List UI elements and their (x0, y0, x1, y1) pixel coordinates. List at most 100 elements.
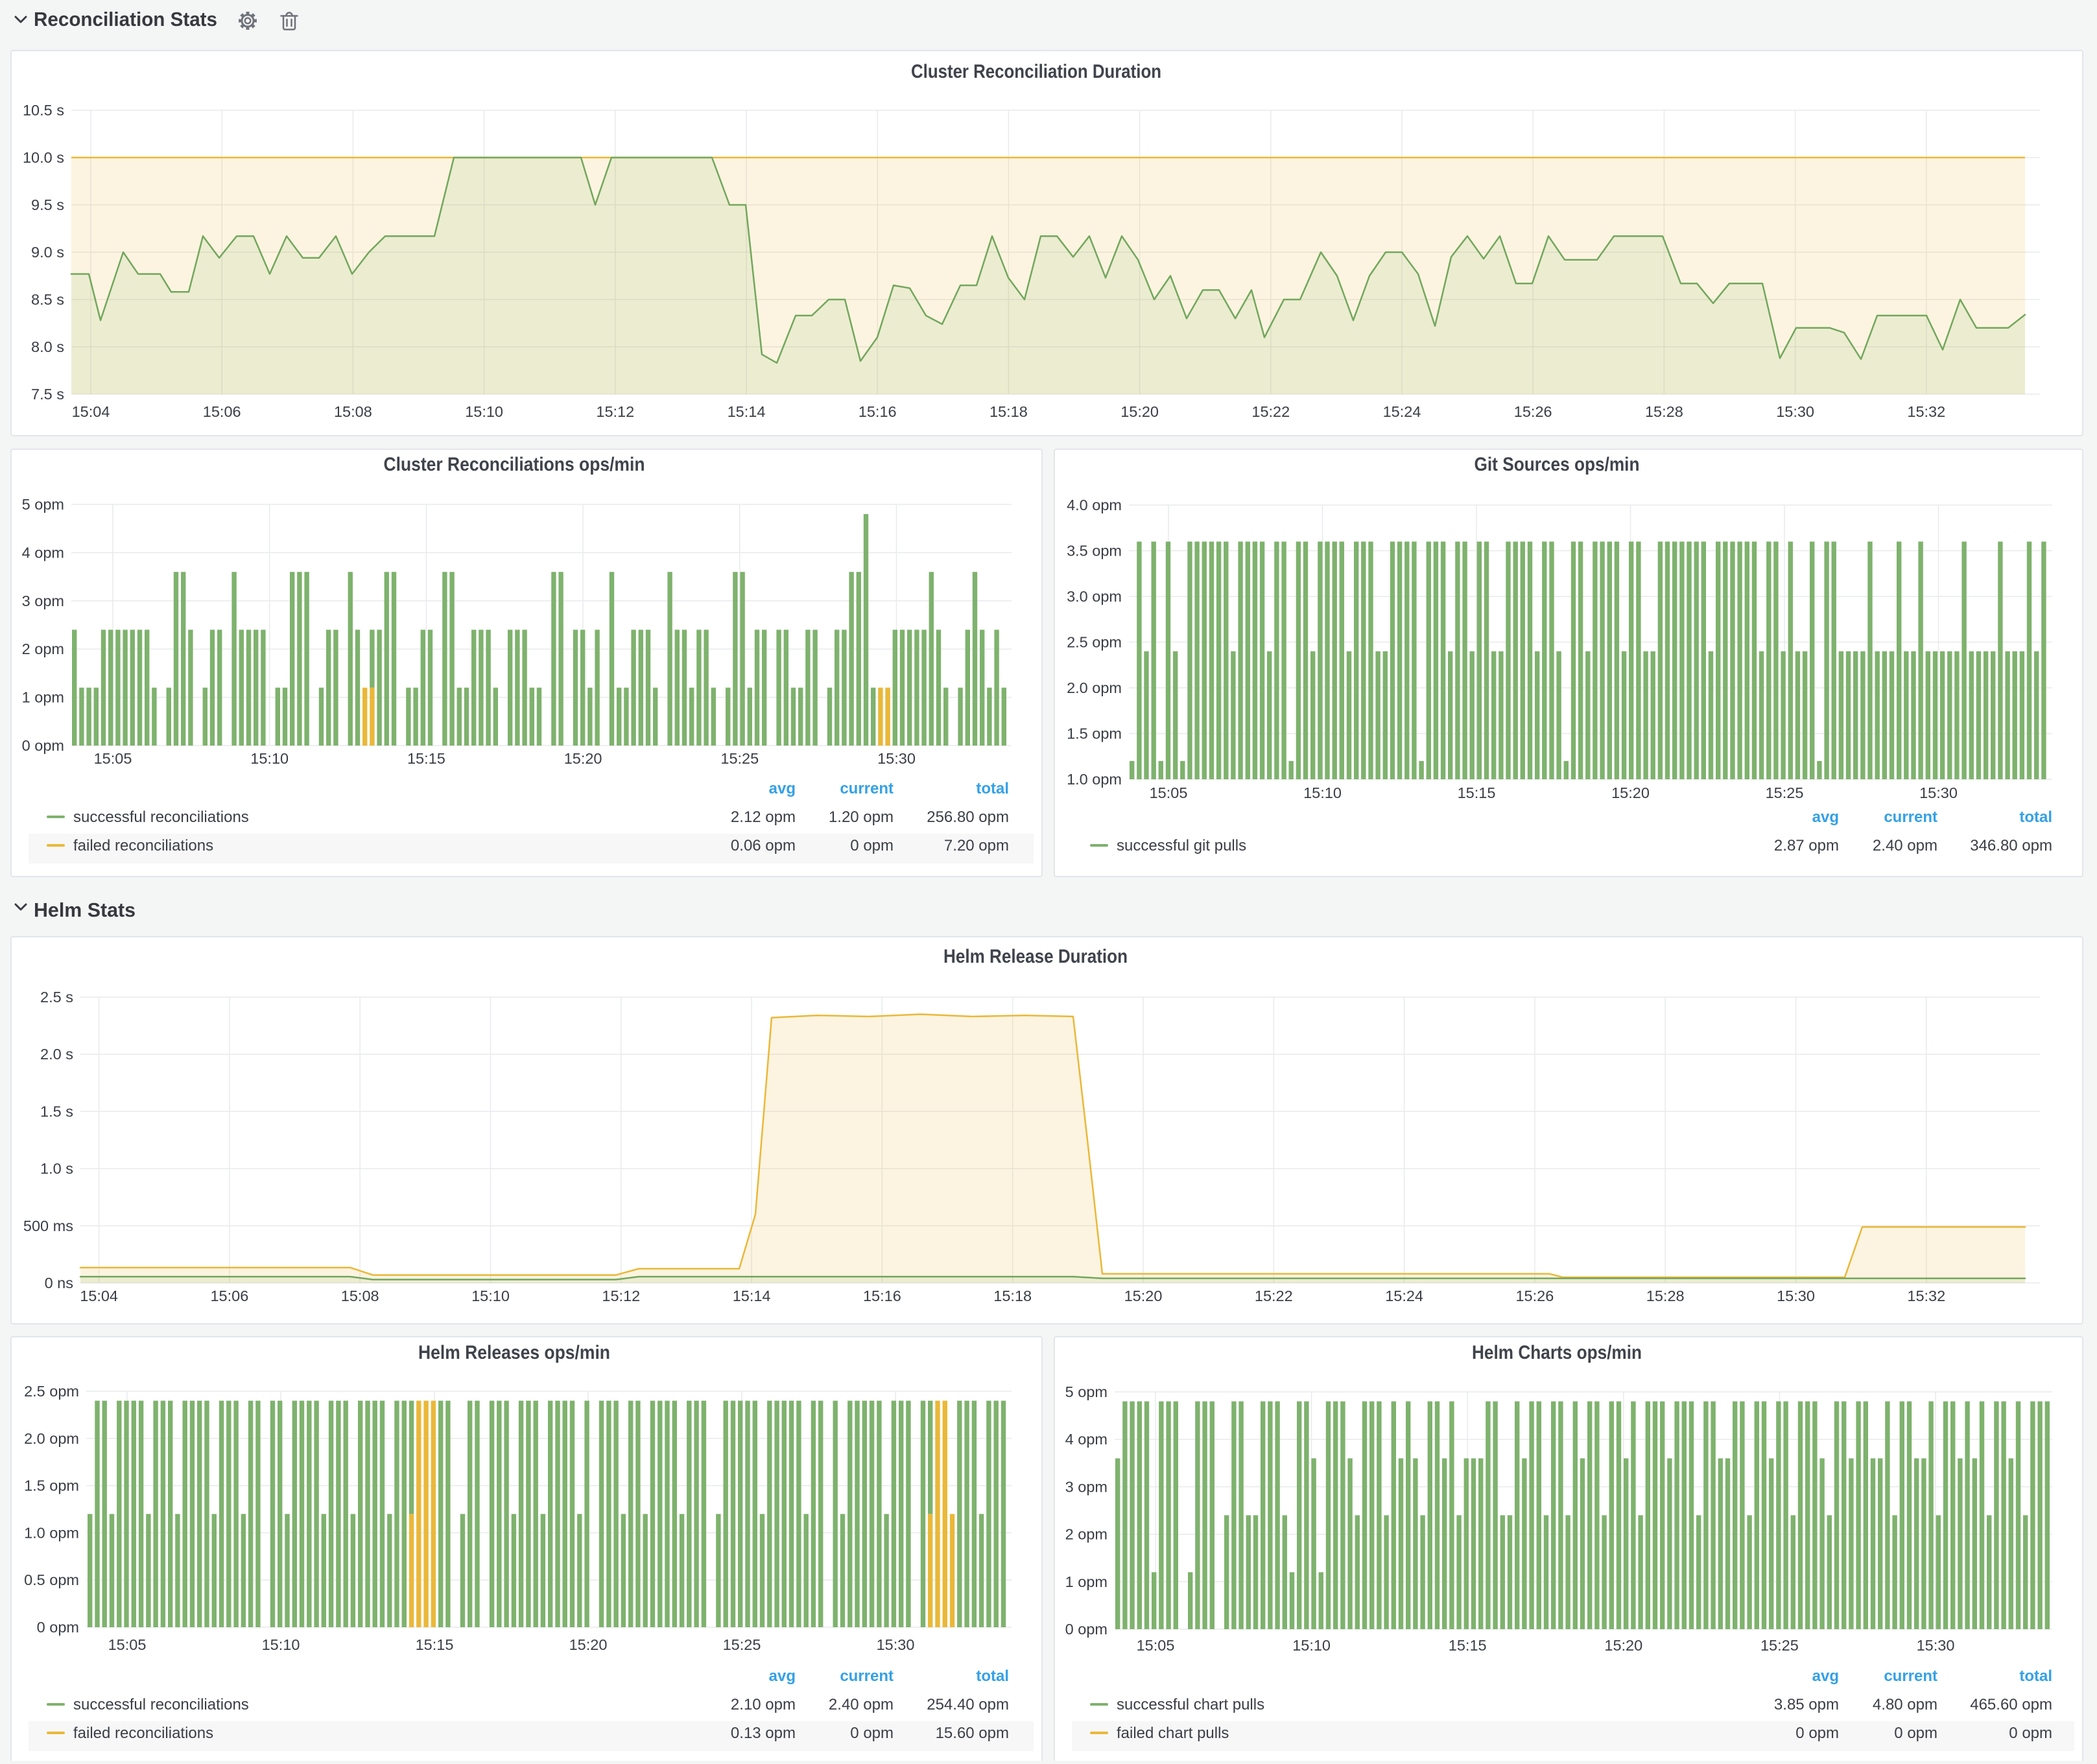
svg-text:1.0 opm: 1.0 opm (24, 1524, 79, 1541)
svg-text:0 opm: 0 opm (22, 737, 64, 754)
svg-text:15.60 opm: 15.60 opm (936, 1724, 1009, 1742)
svg-text:15:05: 15:05 (94, 750, 132, 767)
svg-text:10.0 s: 10.0 s (23, 149, 64, 166)
svg-text:2.5 opm: 2.5 opm (24, 1383, 79, 1400)
svg-text:15:10: 15:10 (262, 1636, 300, 1653)
svg-text:15:20: 15:20 (1120, 403, 1159, 420)
svg-text:15:05: 15:05 (108, 1636, 147, 1653)
svg-text:10.5 s: 10.5 s (23, 102, 64, 119)
svg-text:4.80 opm: 4.80 opm (1873, 1696, 1937, 1713)
svg-text:15:06: 15:06 (210, 1288, 248, 1304)
svg-text:15:12: 15:12 (596, 403, 634, 420)
svg-text:avg: avg (1812, 1667, 1839, 1685)
svg-text:2.87 opm: 2.87 opm (1774, 837, 1839, 854)
svg-text:7.20 opm: 7.20 opm (944, 837, 1009, 854)
svg-text:4.0 opm: 4.0 opm (1067, 497, 1122, 513)
svg-text:3 opm: 3 opm (22, 593, 64, 609)
svg-text:1.20 opm: 1.20 opm (829, 808, 894, 826)
svg-text:current: current (1884, 808, 1937, 826)
svg-text:3.5 opm: 3.5 opm (1067, 543, 1122, 559)
svg-text:15:20: 15:20 (1124, 1288, 1163, 1304)
svg-text:0 opm: 0 opm (1795, 1724, 1839, 1742)
svg-text:254.40 opm: 254.40 opm (927, 1696, 1009, 1713)
svg-text:0 opm: 0 opm (2009, 1724, 2052, 1742)
svg-text:15:16: 15:16 (859, 403, 897, 420)
svg-text:15:24: 15:24 (1385, 1288, 1423, 1304)
svg-text:346.80 opm: 346.80 opm (1970, 837, 2052, 854)
svg-text:15:30: 15:30 (877, 750, 916, 767)
svg-text:5 opm: 5 opm (1065, 1383, 1108, 1400)
svg-text:256.80 opm: 256.80 opm (927, 808, 1009, 826)
svg-text:15:05: 15:05 (1150, 784, 1188, 801)
svg-text:total: total (2019, 1667, 2052, 1685)
svg-text:3.85 opm: 3.85 opm (1774, 1696, 1839, 1713)
svg-text:1.5 opm: 1.5 opm (1067, 725, 1122, 742)
svg-text:2 opm: 2 opm (22, 641, 64, 657)
svg-text:15:26: 15:26 (1514, 403, 1552, 420)
svg-text:15:14: 15:14 (728, 403, 766, 420)
svg-text:3.0 opm: 3.0 opm (1067, 588, 1122, 605)
svg-text:15:05: 15:05 (1137, 1637, 1175, 1654)
svg-text:15:32: 15:32 (1907, 403, 1945, 420)
svg-text:1.0 opm: 1.0 opm (1067, 771, 1122, 788)
svg-text:successful chart pulls: successful chart pulls (1117, 1696, 1264, 1713)
svg-text:15:14: 15:14 (733, 1288, 771, 1304)
svg-text:total: total (976, 1667, 1009, 1685)
svg-text:15:10: 15:10 (471, 1288, 510, 1304)
svg-text:0 opm: 0 opm (1894, 1724, 1937, 1742)
svg-text:9.0 s: 9.0 s (31, 244, 64, 261)
svg-text:current: current (840, 780, 894, 797)
svg-text:15:22: 15:22 (1251, 403, 1290, 420)
svg-text:1.5 opm: 1.5 opm (24, 1477, 79, 1494)
svg-text:avg: avg (769, 1667, 796, 1685)
svg-text:15:30: 15:30 (1777, 1288, 1815, 1304)
svg-text:15:30: 15:30 (1917, 1637, 1955, 1654)
svg-text:Helm Release Duration: Helm Release Duration (943, 946, 1128, 967)
svg-text:8.0 s: 8.0 s (31, 338, 64, 355)
svg-text:15:04: 15:04 (80, 1288, 118, 1304)
svg-text:15:28: 15:28 (1646, 1288, 1685, 1304)
svg-text:Cluster Reconciliation Duratio: Cluster Reconciliation Duration (911, 61, 1161, 82)
svg-text:15:20: 15:20 (564, 750, 602, 767)
svg-text:0.06 opm: 0.06 opm (731, 837, 796, 854)
svg-text:15:24: 15:24 (1383, 403, 1421, 420)
svg-text:2.0 opm: 2.0 opm (1067, 679, 1122, 696)
svg-text:15:30: 15:30 (1776, 403, 1814, 420)
svg-text:15:20: 15:20 (1611, 784, 1650, 801)
svg-text:failed reconciliations: failed reconciliations (73, 837, 213, 854)
svg-text:4 opm: 4 opm (1065, 1431, 1108, 1448)
svg-text:0 ns: 0 ns (45, 1275, 73, 1291)
svg-text:Cluster Reconciliations ops/mi: Cluster Reconciliations ops/min (384, 454, 645, 475)
svg-text:2.5 opm: 2.5 opm (1067, 634, 1122, 651)
svg-text:465.60 opm: 465.60 opm (1970, 1696, 2052, 1713)
svg-text:15:18: 15:18 (989, 403, 1028, 420)
svg-text:2.10 opm: 2.10 opm (731, 1696, 796, 1713)
svg-text:total: total (976, 780, 1009, 797)
svg-text:0 opm: 0 opm (850, 1724, 894, 1742)
svg-text:15:25: 15:25 (720, 750, 759, 767)
svg-text:2.0 s: 2.0 s (40, 1046, 73, 1063)
svg-text:15:30: 15:30 (1919, 784, 1958, 801)
svg-text:15:10: 15:10 (1303, 784, 1342, 801)
svg-text:15:15: 15:15 (1449, 1637, 1487, 1654)
svg-text:2.0 opm: 2.0 opm (24, 1430, 79, 1447)
svg-text:2.12 opm: 2.12 opm (731, 808, 796, 826)
svg-text:15:22: 15:22 (1255, 1288, 1293, 1304)
svg-text:2.40 opm: 2.40 opm (1873, 837, 1937, 854)
svg-text:1.5 s: 1.5 s (40, 1103, 73, 1120)
svg-text:15:15: 15:15 (416, 1636, 454, 1653)
svg-text:2.40 opm: 2.40 opm (829, 1696, 894, 1713)
svg-text:Helm Stats: Helm Stats (34, 899, 136, 921)
svg-text:500 ms: 500 ms (23, 1217, 73, 1234)
svg-text:15:28: 15:28 (1645, 403, 1683, 420)
svg-text:0 opm: 0 opm (37, 1619, 79, 1636)
svg-text:15:04: 15:04 (72, 403, 110, 420)
svg-text:15:26: 15:26 (1515, 1288, 1554, 1304)
svg-text:8.5 s: 8.5 s (31, 291, 64, 308)
svg-text:15:12: 15:12 (602, 1288, 640, 1304)
svg-text:avg: avg (769, 780, 796, 797)
svg-text:0 opm: 0 opm (850, 837, 894, 854)
svg-text:current: current (1884, 1667, 1937, 1685)
svg-text:Helm Releases ops/min: Helm Releases ops/min (418, 1342, 610, 1363)
svg-text:3 opm: 3 opm (1065, 1478, 1108, 1495)
